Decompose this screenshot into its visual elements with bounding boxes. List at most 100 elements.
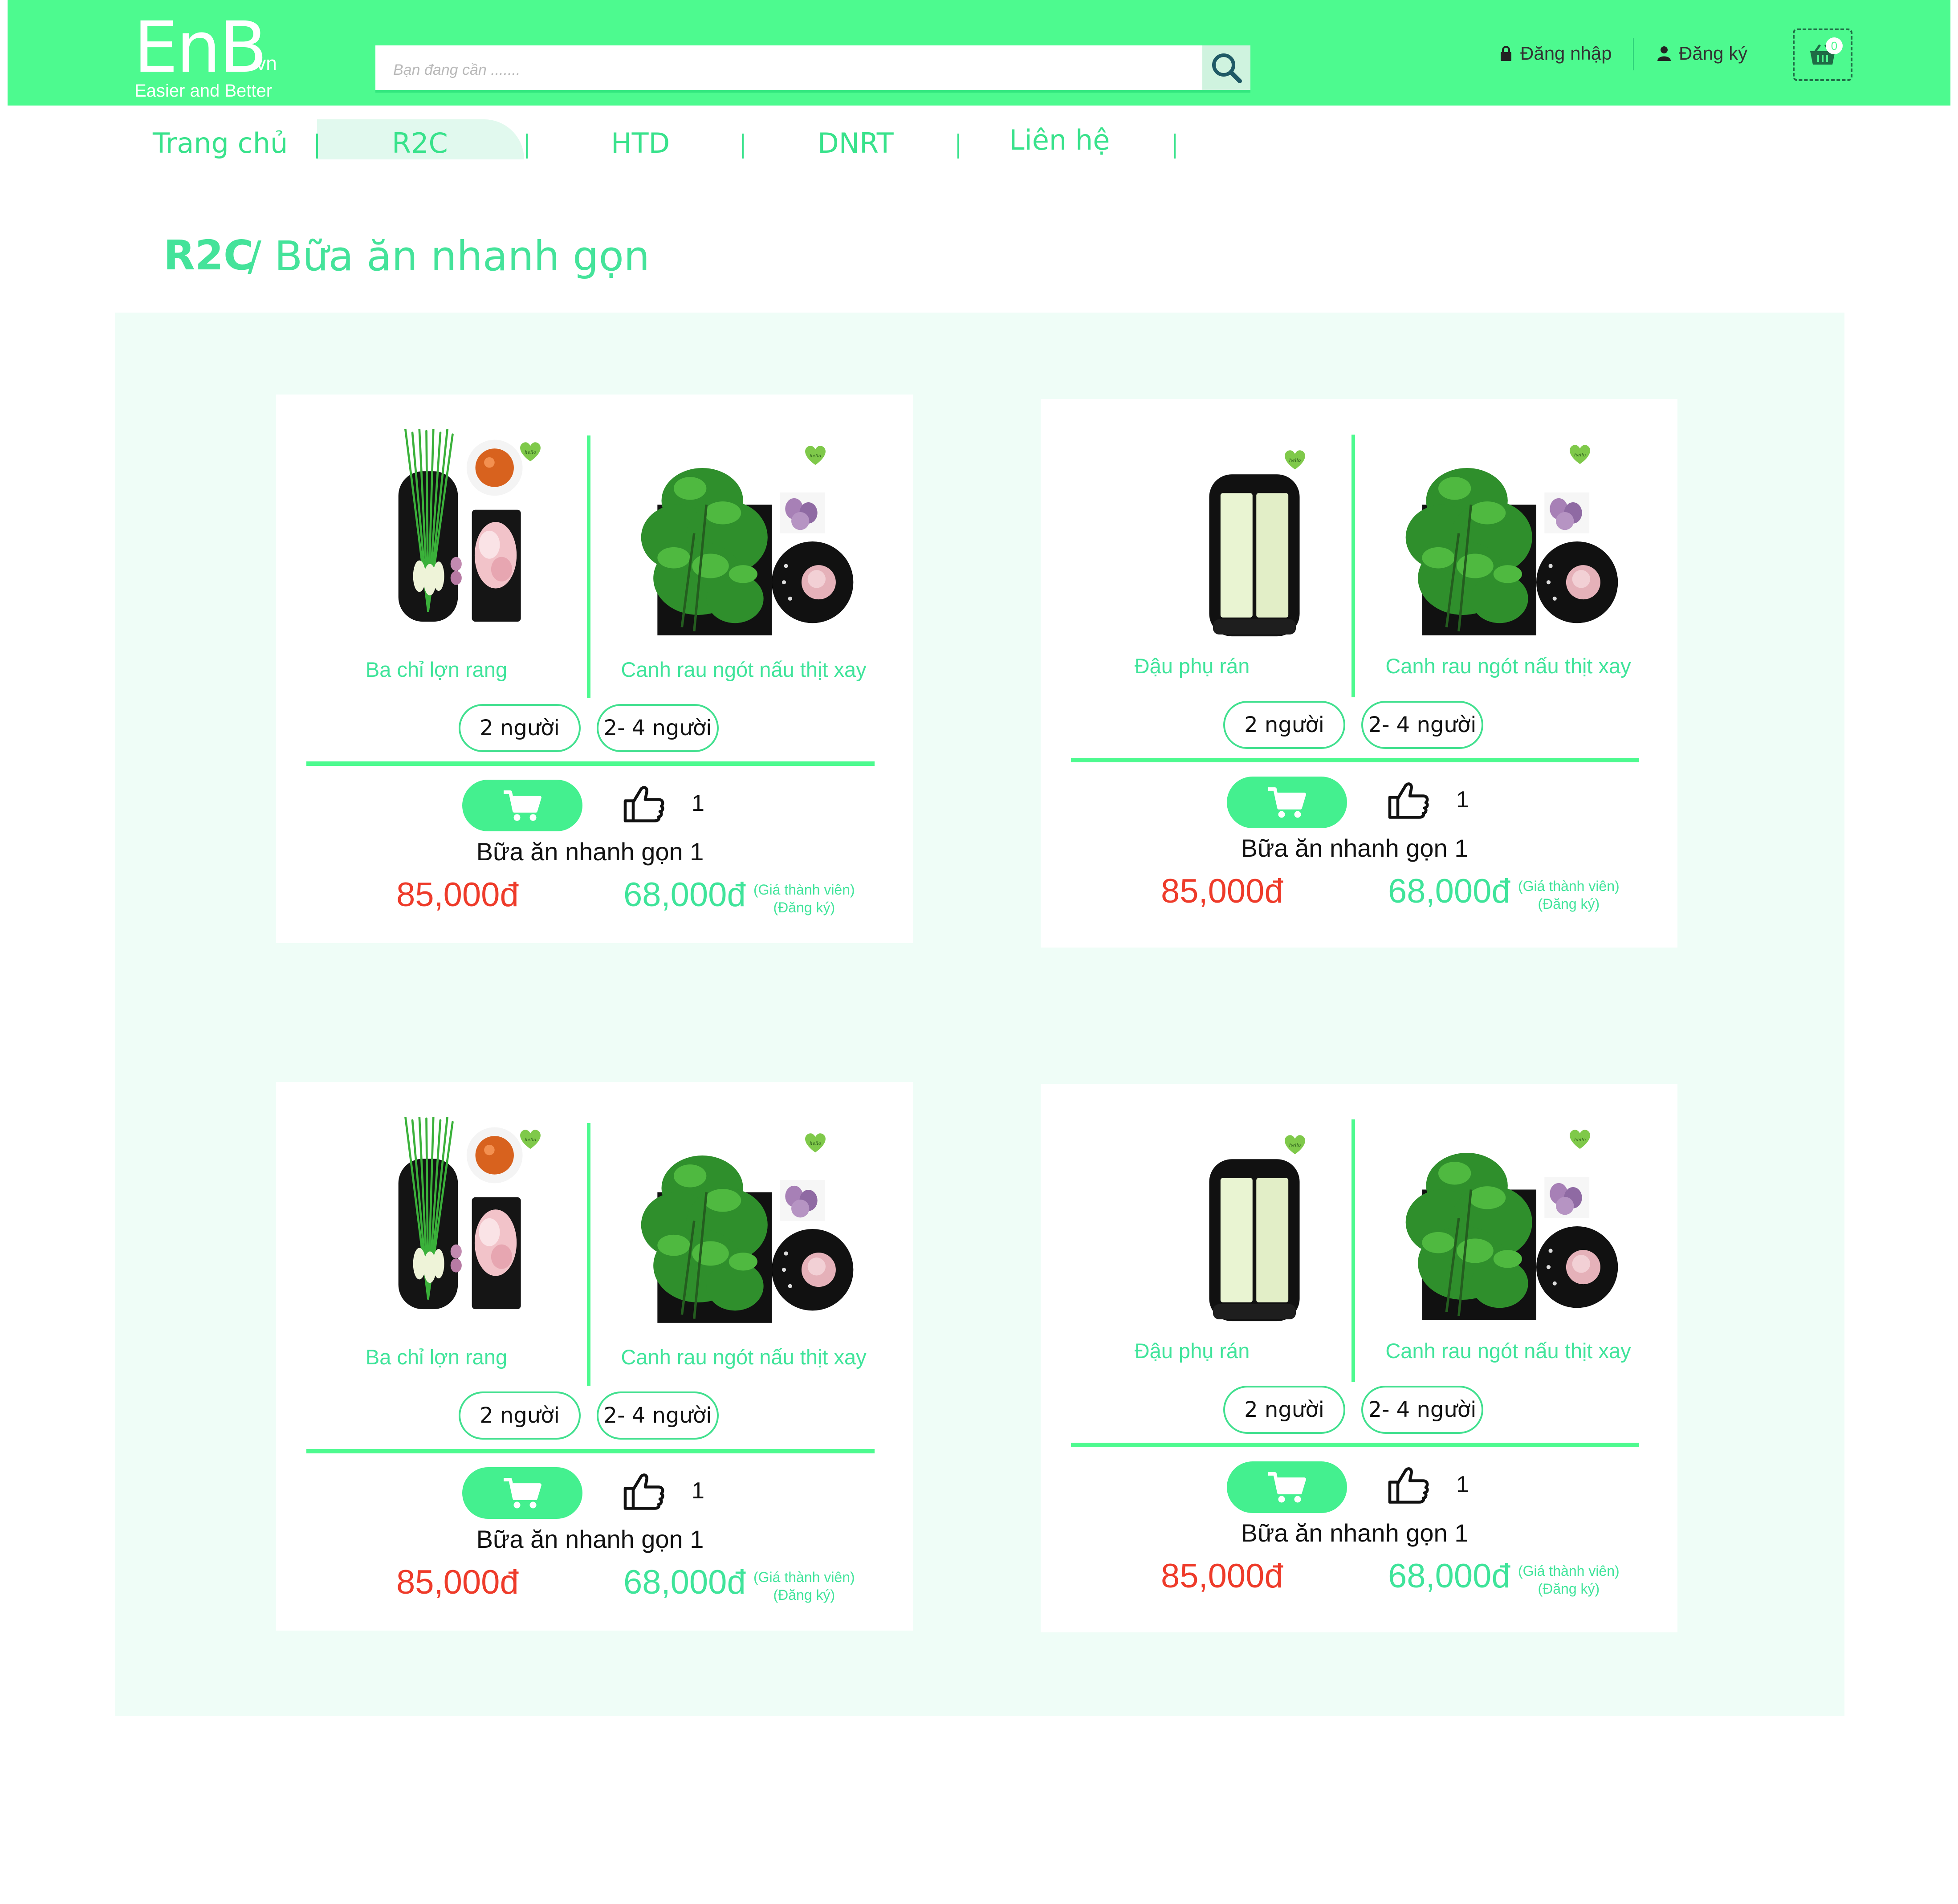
dish-name[interactable]: Ba chỉ lợn rang (303, 657, 570, 682)
member-register-link[interactable]: (Đăng ký) (1518, 895, 1620, 913)
dish-divider (587, 435, 590, 698)
add-to-cart-button[interactable] (1227, 777, 1347, 828)
register-link[interactable]: Đăng ký (1657, 43, 1747, 64)
serving-option-2-4[interactable]: 2- 4 người (597, 1391, 719, 1440)
regular-price: 85,000đ (1161, 872, 1283, 910)
regular-price: 85,000đ (396, 876, 519, 914)
add-to-cart-button[interactable] (462, 780, 582, 831)
dish-name[interactable]: Đậu phụ rán (1058, 1338, 1326, 1363)
serving-option-2[interactable]: 2 người (1223, 1386, 1345, 1434)
member-note-label: (Giá thành viên) (1518, 878, 1620, 894)
member-price-note: (Giá thành viên) (Đăng ký) (753, 881, 855, 916)
card-divider (1071, 758, 1639, 762)
site-logo[interactable]: EnB (134, 12, 267, 83)
register-label: Đăng ký (1679, 43, 1748, 64)
dish-name[interactable]: Canh rau ngót nấu thịt xay (1370, 1338, 1646, 1363)
dish-name[interactable]: Đậu phụ rán (1058, 654, 1326, 678)
login-label: Đăng nhập (1520, 43, 1612, 64)
member-note-label: (Giá thành viên) (753, 882, 855, 898)
dish-name[interactable]: Ba chỉ lợn rang (303, 1345, 570, 1369)
serving-option-2[interactable]: 2 người (459, 704, 581, 752)
member-price-note: (Giá thành viên) (Đăng ký) (1518, 877, 1620, 913)
member-price: 68,000đ (1388, 1557, 1510, 1595)
serving-option-2[interactable]: 2 người (1223, 701, 1345, 749)
nav-separator (526, 134, 528, 159)
nav-item-home[interactable]: Trang chủ (153, 127, 288, 159)
meal-pack-name[interactable]: Bữa ăn nhanh gọn 1 (276, 837, 904, 866)
lock-icon (1501, 46, 1511, 61)
dish-name[interactable]: Canh rau ngót nấu thịt xay (606, 657, 882, 682)
header-divider (1633, 38, 1634, 70)
logo-tagline: Easier and Better (134, 81, 273, 101)
card-divider (306, 761, 875, 766)
search-icon (1212, 53, 1242, 83)
brand-badge-icon (1570, 445, 1590, 464)
dish-image-greens[interactable] (1387, 1128, 1636, 1324)
dish-image-tofu[interactable] (1130, 1133, 1379, 1329)
page-title: / Bữa ăn nhanh gọn (248, 232, 650, 280)
nav-item-dnrt[interactable]: DNRT (818, 127, 894, 159)
brand-badge-icon (1570, 1130, 1590, 1149)
member-price-note: (Giá thành viên) (Đăng ký) (1518, 1562, 1620, 1598)
dish-name[interactable]: Canh rau ngót nấu thịt xay (1370, 654, 1646, 678)
brand-badge-icon (1285, 1135, 1305, 1155)
cart-icon (504, 790, 541, 821)
thumbs-up-icon[interactable] (623, 785, 665, 824)
product-card: Ba chỉ lợn rang Canh rau ngót nấu thịt x… (276, 1082, 913, 1631)
dish-name[interactable]: Canh rau ngót nấu thịt xay (606, 1345, 882, 1369)
nav-item-r2c[interactable]: R2C (392, 127, 448, 159)
dish-image-pork[interactable] (338, 1117, 588, 1313)
dish-image-pork[interactable] (338, 429, 588, 625)
dish-image-greens[interactable] (623, 1131, 872, 1327)
member-note-label: (Giá thành viên) (753, 1569, 855, 1585)
dish-divider (1351, 435, 1355, 697)
nav-separator (742, 134, 744, 159)
nav-item-contact[interactable]: Liên hệ (1009, 124, 1110, 156)
serving-option-2-4[interactable]: 2- 4 người (597, 704, 719, 752)
nav-separator (316, 134, 318, 159)
thumbs-up-icon[interactable] (1387, 781, 1430, 820)
cart-icon (1268, 787, 1306, 818)
like-count: 1 (692, 1478, 704, 1504)
serving-option-2[interactable]: 2 người (459, 1391, 581, 1440)
product-card: Đậu phụ rán Canh rau ngót nấu thịt xay 2… (1041, 399, 1677, 948)
dish-divider (587, 1123, 590, 1386)
cart-icon (1268, 1472, 1306, 1503)
nav-item-htd[interactable]: HTD (611, 127, 670, 159)
card-content: Ba chỉ lợn rang Canh rau ngót nấu thịt x… (276, 395, 913, 943)
add-to-cart-button[interactable] (1227, 1461, 1347, 1513)
login-link[interactable]: Đăng nhập (1500, 43, 1612, 64)
card-content: Đậu phụ rán Canh rau ngót nấu thịt xay 2… (1041, 399, 1677, 948)
meal-pack-name[interactable]: Bữa ăn nhanh gọn 1 (1041, 1518, 1669, 1547)
card-divider (1071, 1443, 1639, 1447)
brand-badge-icon (1285, 450, 1305, 470)
add-to-cart-button[interactable] (462, 1467, 582, 1519)
cart-count-badge: 0 (1826, 37, 1843, 54)
member-price: 68,000đ (1388, 872, 1510, 910)
brand-badge-icon (805, 1133, 826, 1153)
member-register-link[interactable]: (Đăng ký) (753, 899, 855, 916)
member-register-link[interactable]: (Đăng ký) (1518, 1580, 1620, 1598)
thumbs-up-icon[interactable] (1387, 1466, 1430, 1505)
meal-pack-name[interactable]: Bữa ăn nhanh gọn 1 (1041, 834, 1669, 862)
header-cart-button[interactable]: 0 (1793, 28, 1852, 81)
card-divider (306, 1449, 875, 1453)
page-title-category[interactable]: R2C (163, 232, 253, 279)
like-count: 1 (692, 790, 704, 816)
brand-badge-icon (805, 446, 826, 465)
thumbs-up-icon[interactable] (623, 1472, 665, 1511)
search-input[interactable] (393, 59, 1150, 81)
search-bar (375, 45, 1250, 93)
member-register-link[interactable]: (Đăng ký) (753, 1586, 855, 1604)
card-content: Ba chỉ lợn rang Canh rau ngót nấu thịt x… (276, 1082, 913, 1631)
dish-image-tofu[interactable] (1130, 448, 1379, 644)
like-count: 1 (1456, 787, 1469, 813)
dish-image-greens[interactable] (623, 443, 872, 639)
logo-suffix: .vn (251, 53, 277, 74)
dish-image-greens[interactable] (1387, 443, 1636, 639)
serving-option-2-4[interactable]: 2- 4 người (1361, 701, 1483, 749)
search-button[interactable] (1202, 45, 1250, 90)
serving-option-2-4[interactable]: 2- 4 người (1361, 1386, 1483, 1434)
brand-badge-icon (520, 442, 541, 462)
meal-pack-name[interactable]: Bữa ăn nhanh gọn 1 (276, 1525, 904, 1554)
